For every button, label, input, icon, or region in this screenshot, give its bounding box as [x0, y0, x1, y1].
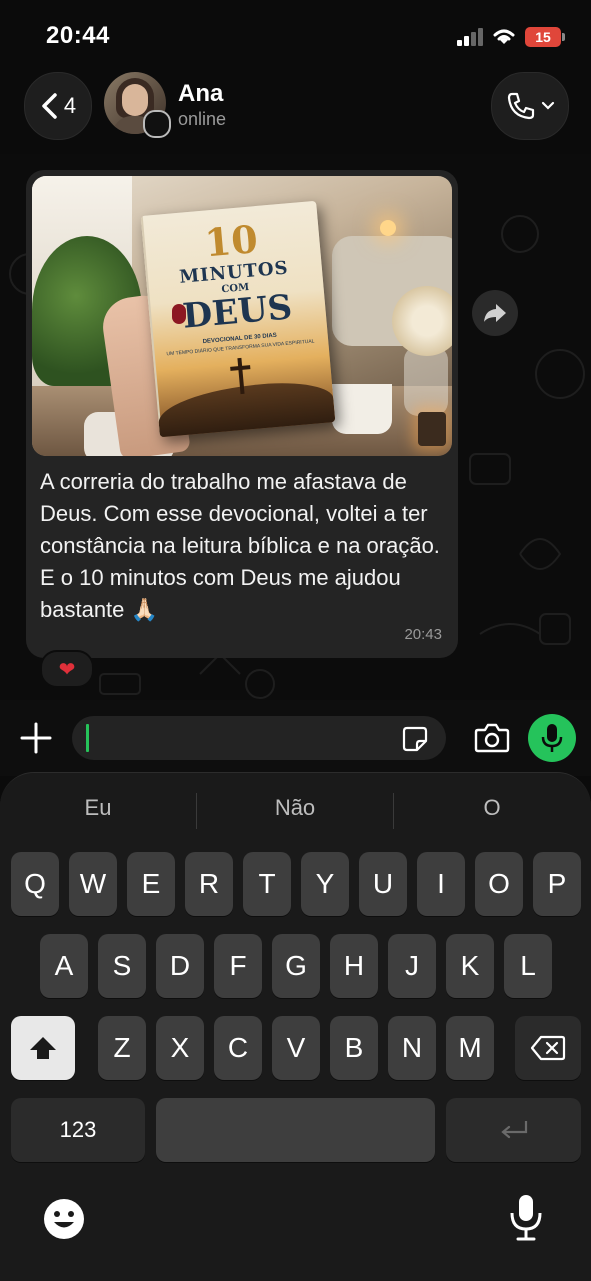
dictation-icon[interactable]	[506, 1193, 546, 1243]
key-n[interactable]: N	[388, 1016, 436, 1080]
shift-icon	[30, 1037, 56, 1059]
key-f[interactable]: F	[214, 934, 262, 998]
message-bubble[interactable]: 10 MINUTOS COM DEUS DEVOCIONAL DE 30 DIA…	[26, 170, 458, 668]
message-time: 20:43	[404, 626, 442, 643]
key-k[interactable]: K	[446, 934, 494, 998]
camera-icon[interactable]	[474, 722, 510, 754]
return-key[interactable]	[446, 1098, 581, 1162]
battery-level: 15	[535, 29, 551, 45]
keyboard: Eu Não O Q W E R T Y U I O P A S D F G H…	[0, 772, 591, 1281]
signal-icon	[457, 28, 483, 46]
text-cursor	[86, 724, 89, 752]
status-bar: 20:44 15	[0, 0, 591, 62]
plus-icon[interactable]	[18, 720, 54, 756]
key-z[interactable]: Z	[98, 1016, 146, 1080]
key-c[interactable]: C	[214, 1016, 262, 1080]
back-button[interactable]: 4	[24, 72, 92, 140]
heart-icon: ❤	[58, 658, 76, 681]
forward-icon	[484, 304, 506, 322]
key-e[interactable]: E	[127, 852, 175, 916]
contact-status: online	[178, 109, 227, 129]
key-r[interactable]: R	[185, 852, 233, 916]
key-b[interactable]: B	[330, 1016, 378, 1080]
chevron-down-icon	[541, 101, 555, 110]
unread-count: 4	[63, 93, 77, 118]
key-g[interactable]: G	[272, 934, 320, 998]
key-w[interactable]: W	[69, 852, 117, 916]
delete-key[interactable]	[515, 1016, 581, 1080]
key-l[interactable]: L	[504, 934, 552, 998]
clock: 20:44	[46, 22, 110, 49]
key-h[interactable]: H	[330, 934, 378, 998]
return-icon	[500, 1121, 527, 1139]
key-y[interactable]: Y	[301, 852, 349, 916]
wifi-icon	[493, 29, 515, 44]
voice-message-button[interactable]	[528, 714, 576, 762]
key-t[interactable]: T	[243, 852, 291, 916]
sticker-icon[interactable]	[402, 726, 428, 752]
shift-key[interactable]	[11, 1016, 75, 1080]
key-o[interactable]: O	[475, 852, 523, 916]
message-text: A correria do trabalho me afastava de De…	[40, 469, 440, 622]
status-indicator-icon	[143, 110, 171, 138]
key-a[interactable]: A	[40, 934, 88, 998]
chat-area[interactable]: 10 MINUTOS COM DEUS DEVOCIONAL DE 30 DIA…	[0, 154, 591, 700]
suggestion-2[interactable]: Não	[197, 795, 393, 821]
backspace-icon	[530, 1035, 566, 1061]
emoji-icon[interactable]	[42, 1197, 86, 1241]
key-m[interactable]: M	[446, 1016, 494, 1080]
reaction-badge[interactable]: ❤	[40, 650, 94, 688]
key-v[interactable]: V	[272, 1016, 320, 1080]
chevron-left-icon	[42, 93, 57, 119]
book-cover: 10 MINUTOS COM DEUS DEVOCIONAL DE 30 DIA…	[140, 200, 336, 438]
call-button[interactable]	[491, 72, 569, 140]
key-u[interactable]: U	[359, 852, 407, 916]
numbers-key[interactable]: 123	[11, 1098, 145, 1162]
suggestion-3[interactable]: O	[394, 795, 590, 821]
key-j[interactable]: J	[388, 934, 436, 998]
key-s[interactable]: S	[98, 934, 146, 998]
key-i[interactable]: I	[417, 852, 465, 916]
message-composer	[0, 700, 591, 776]
space-key[interactable]	[156, 1098, 435, 1162]
key-d[interactable]: D	[156, 934, 204, 998]
message-input[interactable]	[72, 716, 446, 760]
phone-icon	[507, 92, 535, 120]
forward-button[interactable]	[472, 290, 518, 336]
key-x[interactable]: X	[156, 1016, 204, 1080]
contact-name[interactable]: Ana	[178, 80, 223, 108]
key-p[interactable]: P	[533, 852, 581, 916]
battery-indicator: 15	[525, 27, 565, 47]
chat-header: 4 Ana online	[0, 62, 591, 154]
message-image[interactable]: 10 MINUTOS COM DEUS DEVOCIONAL DE 30 DIA…	[32, 176, 452, 456]
suggestion-1[interactable]: Eu	[0, 795, 196, 821]
key-q[interactable]: Q	[11, 852, 59, 916]
microphone-icon	[541, 724, 563, 752]
